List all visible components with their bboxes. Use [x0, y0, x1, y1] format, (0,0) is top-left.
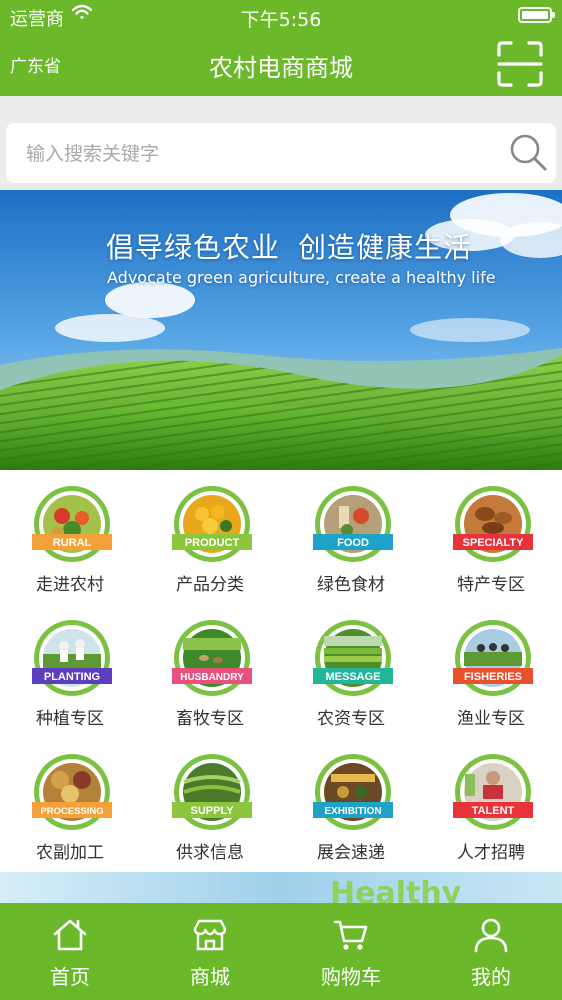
- category-label: 特产专区: [457, 575, 525, 595]
- banner-subline: Advocate green agriculture, create a hea…: [107, 268, 496, 287]
- category-label: 畜牧专区: [176, 709, 244, 729]
- tab-cart[interactable]: 购物车: [281, 903, 421, 1000]
- category-rural[interactable]: RURAL 走进农村: [0, 470, 140, 604]
- svg-text:SPECIALTY: SPECIALTY: [463, 537, 525, 549]
- battery-icon: [518, 7, 555, 23]
- category-label: 产品分类: [176, 575, 244, 595]
- specialty-mushroom-icon: SPECIALTY: [453, 486, 533, 562]
- svg-text:MESSAGE: MESSAGE: [325, 671, 380, 683]
- banner-headline-1: 倡导绿色农业: [106, 231, 281, 264]
- tab-label: 购物车: [321, 965, 381, 989]
- search-box: [6, 123, 556, 183]
- page-title: 农村电商商城: [209, 54, 353, 82]
- exhibition-icon: EXHIBITION: [313, 754, 393, 830]
- category-label: 农副加工: [36, 843, 104, 863]
- search-icon[interactable]: [508, 132, 548, 172]
- svg-text:TALENT: TALENT: [472, 805, 515, 817]
- svg-text:FISHERIES: FISHERIES: [464, 671, 522, 683]
- processing-grains-icon: PROCESSING: [32, 754, 112, 830]
- clock: 下午5:56: [240, 9, 322, 31]
- category-message[interactable]: MESSAGE 农资专区: [281, 604, 421, 738]
- category-label: 人才招聘: [457, 843, 525, 863]
- category-fisheries[interactable]: FISHERIES 渔业专区: [421, 604, 561, 738]
- svg-text:EXHIBITION: EXHIBITION: [324, 806, 381, 817]
- hero-banner[interactable]: 倡导绿色农业 创造健康生活 Advocate green agriculture…: [0, 190, 562, 470]
- svg-text:PRODUCT: PRODUCT: [185, 537, 240, 549]
- category-grid: RURAL 走进农村 PRODUCT 产品分类 FOOD 绿色食材 SPECIA…: [0, 470, 562, 872]
- promo-text: Healthy: [330, 876, 462, 906]
- search-input[interactable]: [24, 137, 488, 171]
- category-label: 农资专区: [317, 709, 385, 729]
- status-bar: 运营商 下午5:56: [0, 0, 562, 32]
- tab-store[interactable]: 商城: [140, 903, 280, 1000]
- user-icon: [474, 918, 508, 953]
- category-processing[interactable]: PROCESSING 农副加工: [0, 738, 140, 872]
- talent-recruitment-icon: TALENT: [453, 754, 533, 830]
- category-supply[interactable]: SUPPLY 供求信息: [140, 738, 280, 872]
- svg-text:PROCESSING: PROCESSING: [40, 806, 103, 817]
- tab-label: 我的: [471, 965, 511, 989]
- tab-home[interactable]: 首页: [0, 903, 140, 1000]
- farm-supplies-icon: MESSAGE: [313, 620, 393, 696]
- home-icon: [53, 919, 87, 951]
- category-food[interactable]: FOOD 绿色食材: [281, 470, 421, 604]
- category-planting[interactable]: PLANTING 种植专区: [0, 604, 140, 738]
- category-exhibition[interactable]: EXHIBITION 展会速递: [281, 738, 421, 872]
- search-bar-area: [0, 96, 562, 190]
- category-label: 走进农村: [36, 575, 104, 595]
- category-husbandry[interactable]: HUSBANDRY 畜牧专区: [140, 604, 280, 738]
- scan-icon[interactable]: [496, 40, 544, 88]
- tab-label: 商城: [190, 965, 230, 989]
- svg-text:PLANTING: PLANTING: [44, 671, 100, 683]
- supply-terraces-icon: SUPPLY: [172, 754, 252, 830]
- fisheries-icon: FISHERIES: [453, 620, 533, 696]
- svg-text:RURAL: RURAL: [53, 537, 92, 549]
- food-ingredients-icon: FOOD: [313, 486, 393, 562]
- cart-icon: [333, 920, 368, 950]
- product-fruit-icon: PRODUCT: [172, 486, 252, 562]
- rural-vegetables-icon: RURAL: [32, 486, 112, 562]
- svg-text:FOOD: FOOD: [337, 537, 369, 549]
- promo-banner[interactable]: Healthy: [0, 872, 562, 906]
- husbandry-pasture-icon: HUSBANDRY: [172, 620, 252, 696]
- svg-text:HUSBANDRY: HUSBANDRY: [180, 672, 244, 683]
- planting-field-icon: PLANTING: [32, 620, 112, 696]
- category-label: 展会速递: [317, 843, 385, 863]
- tab-profile[interactable]: 我的: [421, 903, 561, 1000]
- app-header: 广东省 农村电商商城: [0, 32, 562, 96]
- category-label: 渔业专区: [457, 709, 525, 729]
- banner-headline-2: 创造健康生活: [298, 231, 473, 264]
- category-label: 种植专区: [36, 709, 104, 729]
- tab-label: 首页: [50, 965, 90, 989]
- category-product[interactable]: PRODUCT 产品分类: [140, 470, 280, 604]
- category-label: 供求信息: [176, 843, 244, 863]
- svg-text:SUPPLY: SUPPLY: [190, 805, 234, 817]
- banner-landscape-image: [0, 190, 562, 470]
- category-talent[interactable]: TALENT 人才招聘: [421, 738, 561, 872]
- store-icon: [193, 919, 227, 951]
- category-label: 绿色食材: [317, 575, 385, 595]
- category-specialty[interactable]: SPECIALTY 特产专区: [421, 470, 561, 604]
- bottom-tab-bar: 首页 商城 购物车 我的: [0, 903, 562, 1000]
